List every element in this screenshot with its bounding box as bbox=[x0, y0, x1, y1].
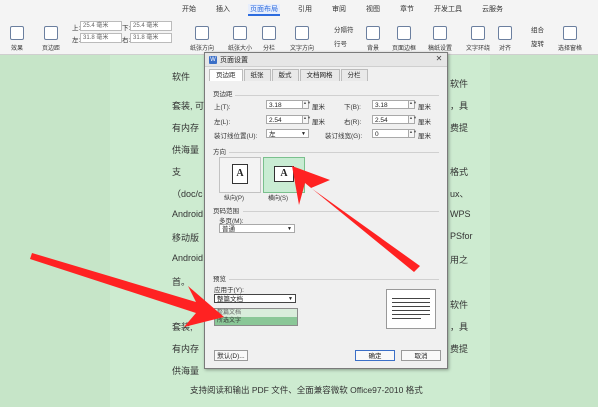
annotation-arrows bbox=[30, 166, 420, 327]
red-arrow-to-selected-text bbox=[30, 253, 224, 327]
red-arrow-to-landscape bbox=[292, 166, 420, 272]
